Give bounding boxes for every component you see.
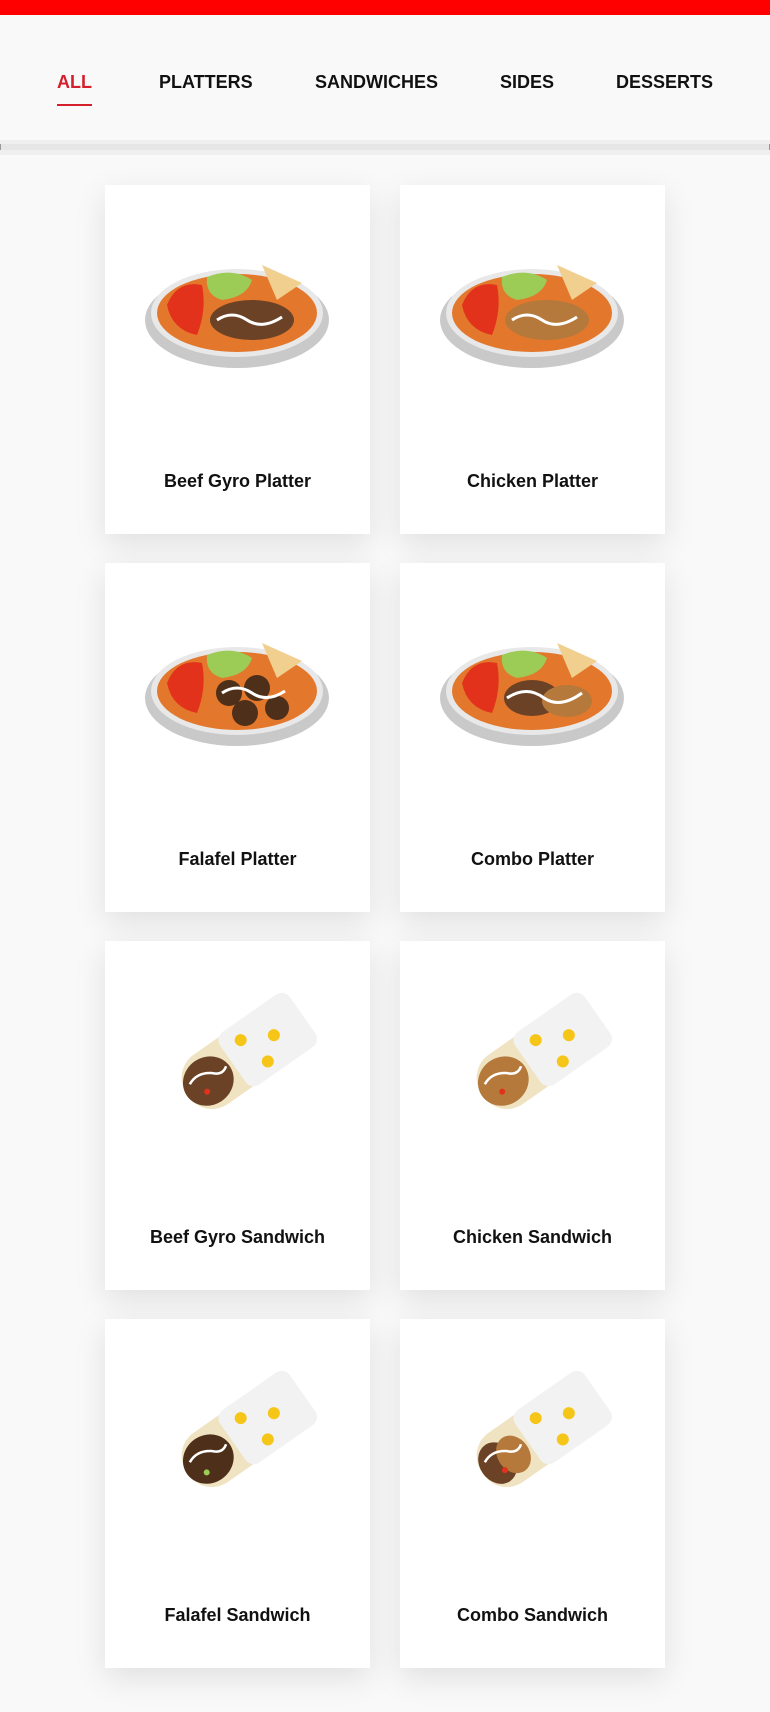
tab-all[interactable]: ALL (57, 72, 92, 106)
menu-card-beef-gyro-platter[interactable]: Beef Gyro Platter (105, 185, 370, 534)
tab-platters[interactable]: PLATTERS (159, 72, 253, 93)
sandwich-combo-icon (476, 1370, 612, 1487)
horizontal-scrollbar[interactable] (0, 140, 770, 155)
tab-desserts[interactable]: DESSERTS (616, 72, 713, 93)
menu-card-chicken-sandwich[interactable]: Chicken Sandwich (400, 941, 665, 1290)
brand-top-bar (0, 0, 770, 15)
menu-card-combo-sandwich[interactable]: Combo Sandwich (400, 1319, 665, 1668)
menu-item-name: Combo Platter (470, 849, 594, 869)
scrollbar-thumb[interactable] (0, 144, 770, 150)
tab-sandwiches[interactable]: SANDWICHES (315, 72, 438, 93)
menu-item-name: Beef Gyro Sandwich (149, 1227, 326, 1247)
menu-card-beef-gyro-sandwich[interactable]: Beef Gyro Sandwich (105, 941, 370, 1290)
platter-combo-icon (440, 643, 624, 746)
sandwich-chicken-icon (476, 992, 612, 1109)
menu-item-name: Chicken Platter (466, 471, 599, 491)
menu-item-name: Falafel Sandwich (164, 1605, 311, 1625)
menu-item-name: Chicken Sandwich (452, 1227, 613, 1247)
menu-card-chicken-platter[interactable]: Chicken Platter (400, 185, 665, 534)
menu-item-name: Falafel Platter (178, 849, 297, 869)
tab-sides[interactable]: SIDES (500, 72, 554, 93)
menu-item-name: Beef Gyro Platter (163, 471, 312, 491)
platter-beef-icon (145, 265, 329, 368)
menu-item-name: Combo Sandwich (456, 1605, 608, 1625)
platter-chicken-icon (440, 265, 624, 368)
sandwich-falafel-icon (181, 1370, 317, 1487)
menu-card-falafel-platter[interactable]: Falafel Platter (105, 563, 370, 912)
sandwich-beef-icon (181, 992, 317, 1109)
menu-card-falafel-sandwich[interactable]: Falafel Sandwich (105, 1319, 370, 1668)
platter-falafel-icon (145, 643, 329, 746)
category-tabs: ALL PLATTERS SANDWICHES SIDES DESSERTS (0, 15, 770, 140)
menu-card-combo-platter[interactable]: Combo Platter (400, 563, 665, 912)
